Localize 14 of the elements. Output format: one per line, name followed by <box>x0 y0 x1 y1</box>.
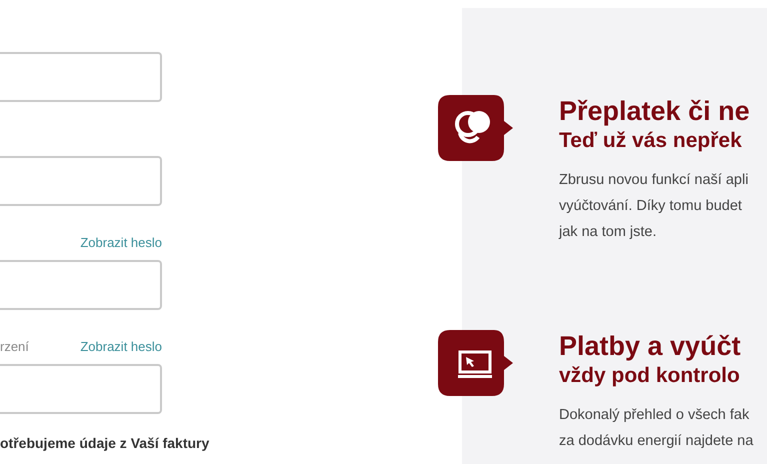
input-field[interactable] <box>0 156 162 206</box>
input-field[interactable] <box>0 52 162 102</box>
feature-title: Přeplatek či ne <box>559 95 750 127</box>
show-password-link[interactable]: Zobrazit heslo <box>80 235 162 250</box>
field-label: rzení <box>0 339 29 354</box>
feature-text: Dokonalý přehled o všech fak za dodávku energií najdete na <box>559 406 754 451</box>
feature-title: Platby a vyúčt <box>559 330 742 362</box>
feature-text: Zbrusu novou funkcí naší apli vyúčtování. Díky tomu budet jak na tom jste. <box>559 171 750 242</box>
input-field[interactable] <box>0 364 162 414</box>
feature-subtitle: vždy pod kontrolo <box>559 363 741 389</box>
section-heading: otřebujeme údaje z Vaší faktury <box>0 434 210 452</box>
feature-subtitle: Teď už vás nepřek <box>559 128 743 154</box>
input-field[interactable] <box>0 260 162 310</box>
show-password-link[interactable]: Zobrazit heslo <box>80 339 162 354</box>
